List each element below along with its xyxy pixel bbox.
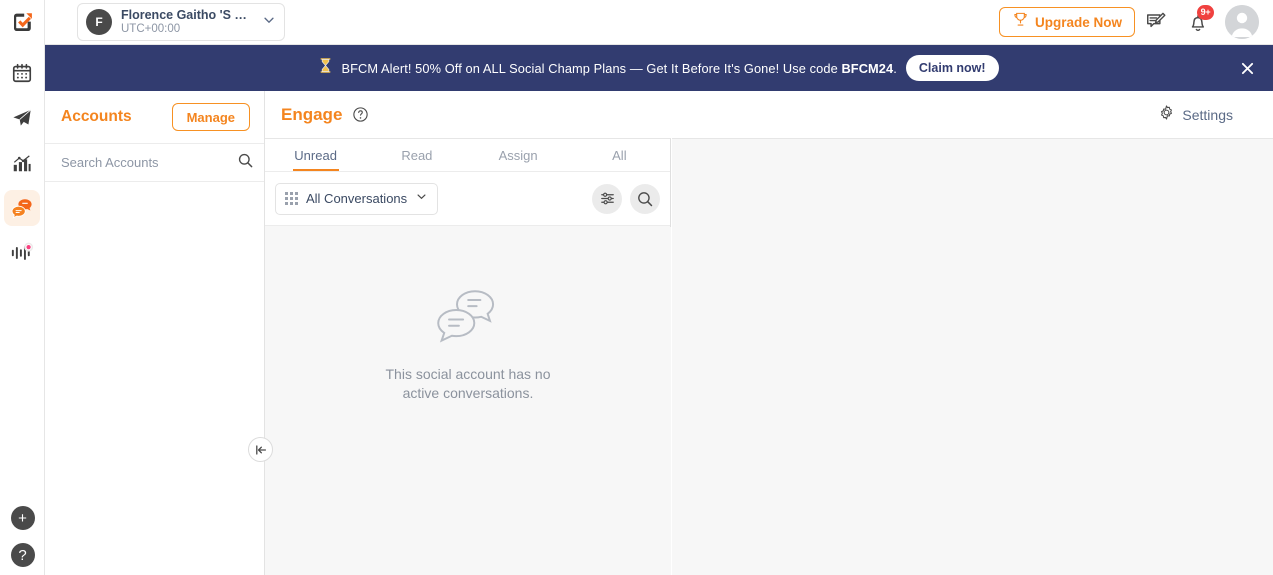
promo-banner: BFCM Alert! 50% Off on ALL Social Champ … [45,45,1273,91]
promo-banner-suffix: . [893,60,897,76]
bar-chart-icon [13,155,31,172]
chat-bubbles-icon [11,198,32,219]
collapse-accounts-panel-button[interactable] [248,437,273,462]
filter-actions [592,183,660,214]
compose-message-icon [1147,12,1166,28]
accounts-list [45,182,264,574]
conversation-detail-pane [672,138,1273,575]
settings-button[interactable]: Settings [1158,104,1257,126]
upgrade-now-button[interactable]: Upgrade Now [998,7,1135,37]
tab-read[interactable]: Read [366,139,467,171]
notifications-badge: 9+ [1197,4,1214,20]
user-avatar-icon [1225,5,1259,39]
claim-now-button[interactable]: Claim now! [905,55,999,81]
engage-header: Engage Settings [265,91,1273,138]
workspace-name: Florence Gaitho 'S … [121,8,247,22]
manage-accounts-button[interactable]: Manage [171,103,250,131]
audio-waveform-icon [11,242,34,260]
promo-banner-message: BFCM Alert! 50% Off on ALL Social Champ … [341,60,842,76]
search-icon[interactable] [237,152,254,174]
rail-item-publish[interactable] [4,100,40,136]
social-champ-check-logo [14,12,32,31]
notifications-button[interactable]: 9+ [1177,0,1219,45]
filter-sliders-icon [600,192,614,205]
empty-state-line-1: This social account has no [385,366,551,382]
left-nav-rail: + ? [0,0,45,575]
search-conversations-button[interactable] [630,183,660,214]
paper-plane-icon [13,109,31,126]
tab-unread[interactable]: Unread [265,139,366,171]
close-banner-button[interactable] [1239,60,1255,76]
help-circle-icon[interactable] [352,106,369,123]
chevron-down-icon [415,190,428,208]
add-button-label: + [18,509,27,527]
accounts-title: Accounts [61,108,132,125]
rail-item-listening[interactable] [4,235,40,271]
tab-all[interactable]: All [569,139,670,171]
rail-item-calendar[interactable] [4,55,40,91]
conversation-filter-bar: All Conversations [265,172,670,226]
chat-bubbles-empty-icon [437,290,495,343]
trophy-icon [1012,11,1029,33]
promo-banner-content: BFCM Alert! 50% Off on ALL Social Champ … [319,55,999,81]
user-avatar[interactable] [1225,5,1259,39]
app-root: + ? F Florence Gaitho 'S … UTC+00:00 Upg… [0,0,1273,575]
workspace-selector[interactable]: F Florence Gaitho 'S … UTC+00:00 [77,3,285,41]
gear-icon [1158,104,1175,126]
rail-item-engage[interactable] [4,190,40,226]
rail-bottom-actions: + ? [0,506,45,567]
rail-item-list [4,55,40,280]
accounts-search-row [45,143,264,182]
tab-assign[interactable]: Assign [468,139,569,171]
promo-banner-text: BFCM Alert! 50% Off on ALL Social Champ … [341,61,896,76]
feedback-button[interactable] [1135,0,1177,45]
empty-state: This social account has no active conver… [265,227,671,575]
promo-code: BFCM24 [841,60,894,76]
top-bar: F Florence Gaitho 'S … UTC+00:00 Upgrade… [45,0,1273,45]
top-bar-actions: Upgrade Now 9+ [998,0,1273,45]
workspace-text: Florence Gaitho 'S … UTC+00:00 [121,8,258,36]
rail-item-analytics[interactable] [4,145,40,181]
conversation-type-value: All Conversations [306,191,408,206]
engage-main: Engage Settings Unread Read Assign All A… [265,91,1273,575]
workspace-avatar: F [86,9,112,35]
search-icon [638,191,653,206]
accounts-header: Accounts Manage [45,91,264,143]
calendar-icon [12,63,32,83]
empty-state-line-2: active conversations. [402,385,534,401]
app-logo[interactable] [0,0,45,45]
filter-settings-button[interactable] [592,183,622,214]
accounts-panel: Accounts Manage [45,91,265,575]
conversations-panel: Unread Read Assign All All Conversations [265,138,671,575]
help-button-label: ? [18,546,27,564]
upgrade-now-label: Upgrade Now [1034,14,1122,30]
add-button[interactable]: + [10,506,35,530]
page-title: Engage [281,104,343,124]
empty-state-text: This social account has no active conver… [386,365,551,403]
workspace-timezone: UTC+00:00 [121,23,181,35]
hourglass-icon [319,58,332,78]
grid-icon [285,192,298,205]
conversation-type-dropdown[interactable]: All Conversations [275,182,439,215]
settings-label: Settings [1182,106,1233,123]
chevron-down-icon [262,13,276,32]
conversation-tabs: Unread Read Assign All [265,139,670,172]
search-accounts-input[interactable] [61,155,237,170]
collapse-panel-icon [255,444,266,455]
workspace-avatar-initial: F [95,15,103,29]
help-button[interactable]: ? [10,543,35,567]
